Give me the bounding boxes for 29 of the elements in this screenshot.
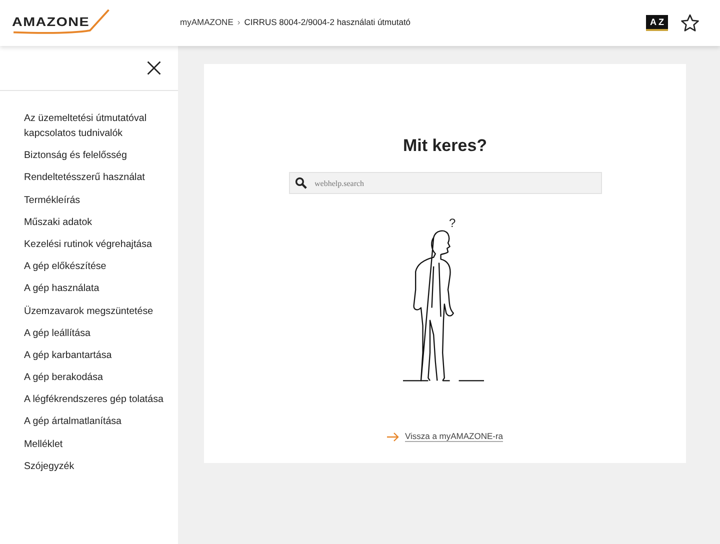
sidebar-item[interactable]: A gép karbantartása [24,348,170,363]
sidebar-item[interactable]: A gép használata [24,281,170,296]
logo[interactable]: AMAZONE [0,8,160,38]
sidebar-item[interactable]: Rendeltetésszerű használat [24,170,170,186]
question-mark: ? [449,216,456,230]
sidebar-item[interactable]: A gép előkészítése [24,259,170,274]
sidebar-item[interactable]: Biztonság és felelősség [24,148,170,164]
sidebar-item[interactable]: A légfékrendszeres gép tolatása [24,392,170,408]
sidebar-item[interactable]: Műszaki adatok [24,214,170,230]
sidebar-item[interactable]: Üzemzavarok megszüntetése [24,304,170,318]
breadcrumb-current: CIRRUS 8004-2/9004-2 használati útmutató [244,17,411,27]
sidebar-item[interactable]: Melléklet [24,436,170,452]
arrow-icon [386,432,399,442]
sidebar-item[interactable]: Termékleírás [24,192,170,208]
sidebar-item[interactable]: Szójegyzék [24,458,170,474]
close-icon[interactable] [146,60,162,76]
back-link[interactable]: Vissza a myAMAZONE-ra [386,431,504,442]
sidebar-item[interactable]: A gép berakodása [24,370,170,386]
search-field[interactable]: webhelp.search [288,172,602,194]
sidebar-item[interactable]: Kezelési rutinok végrehajtása [24,236,170,252]
page-title: Mit keres? [402,136,488,156]
sidebar-item[interactable]: A gép ártalmatlanítása [24,414,170,430]
back-link-text[interactable]: Vissza a myAMAZONE-ra [404,431,504,442]
breadcrumb-separator: › [237,17,240,27]
sidebar-item[interactable]: A gép leállítása [24,326,170,341]
favorite-star-icon[interactable] [680,13,700,33]
sidebar-item[interactable]: Az üzemeltetési útmutatóval kapcsolatos tudnivalók [24,111,170,141]
glossary-book-icon[interactable]: AZ [646,15,668,31]
breadcrumb-link[interactable]: myAMAZONE [180,17,234,27]
